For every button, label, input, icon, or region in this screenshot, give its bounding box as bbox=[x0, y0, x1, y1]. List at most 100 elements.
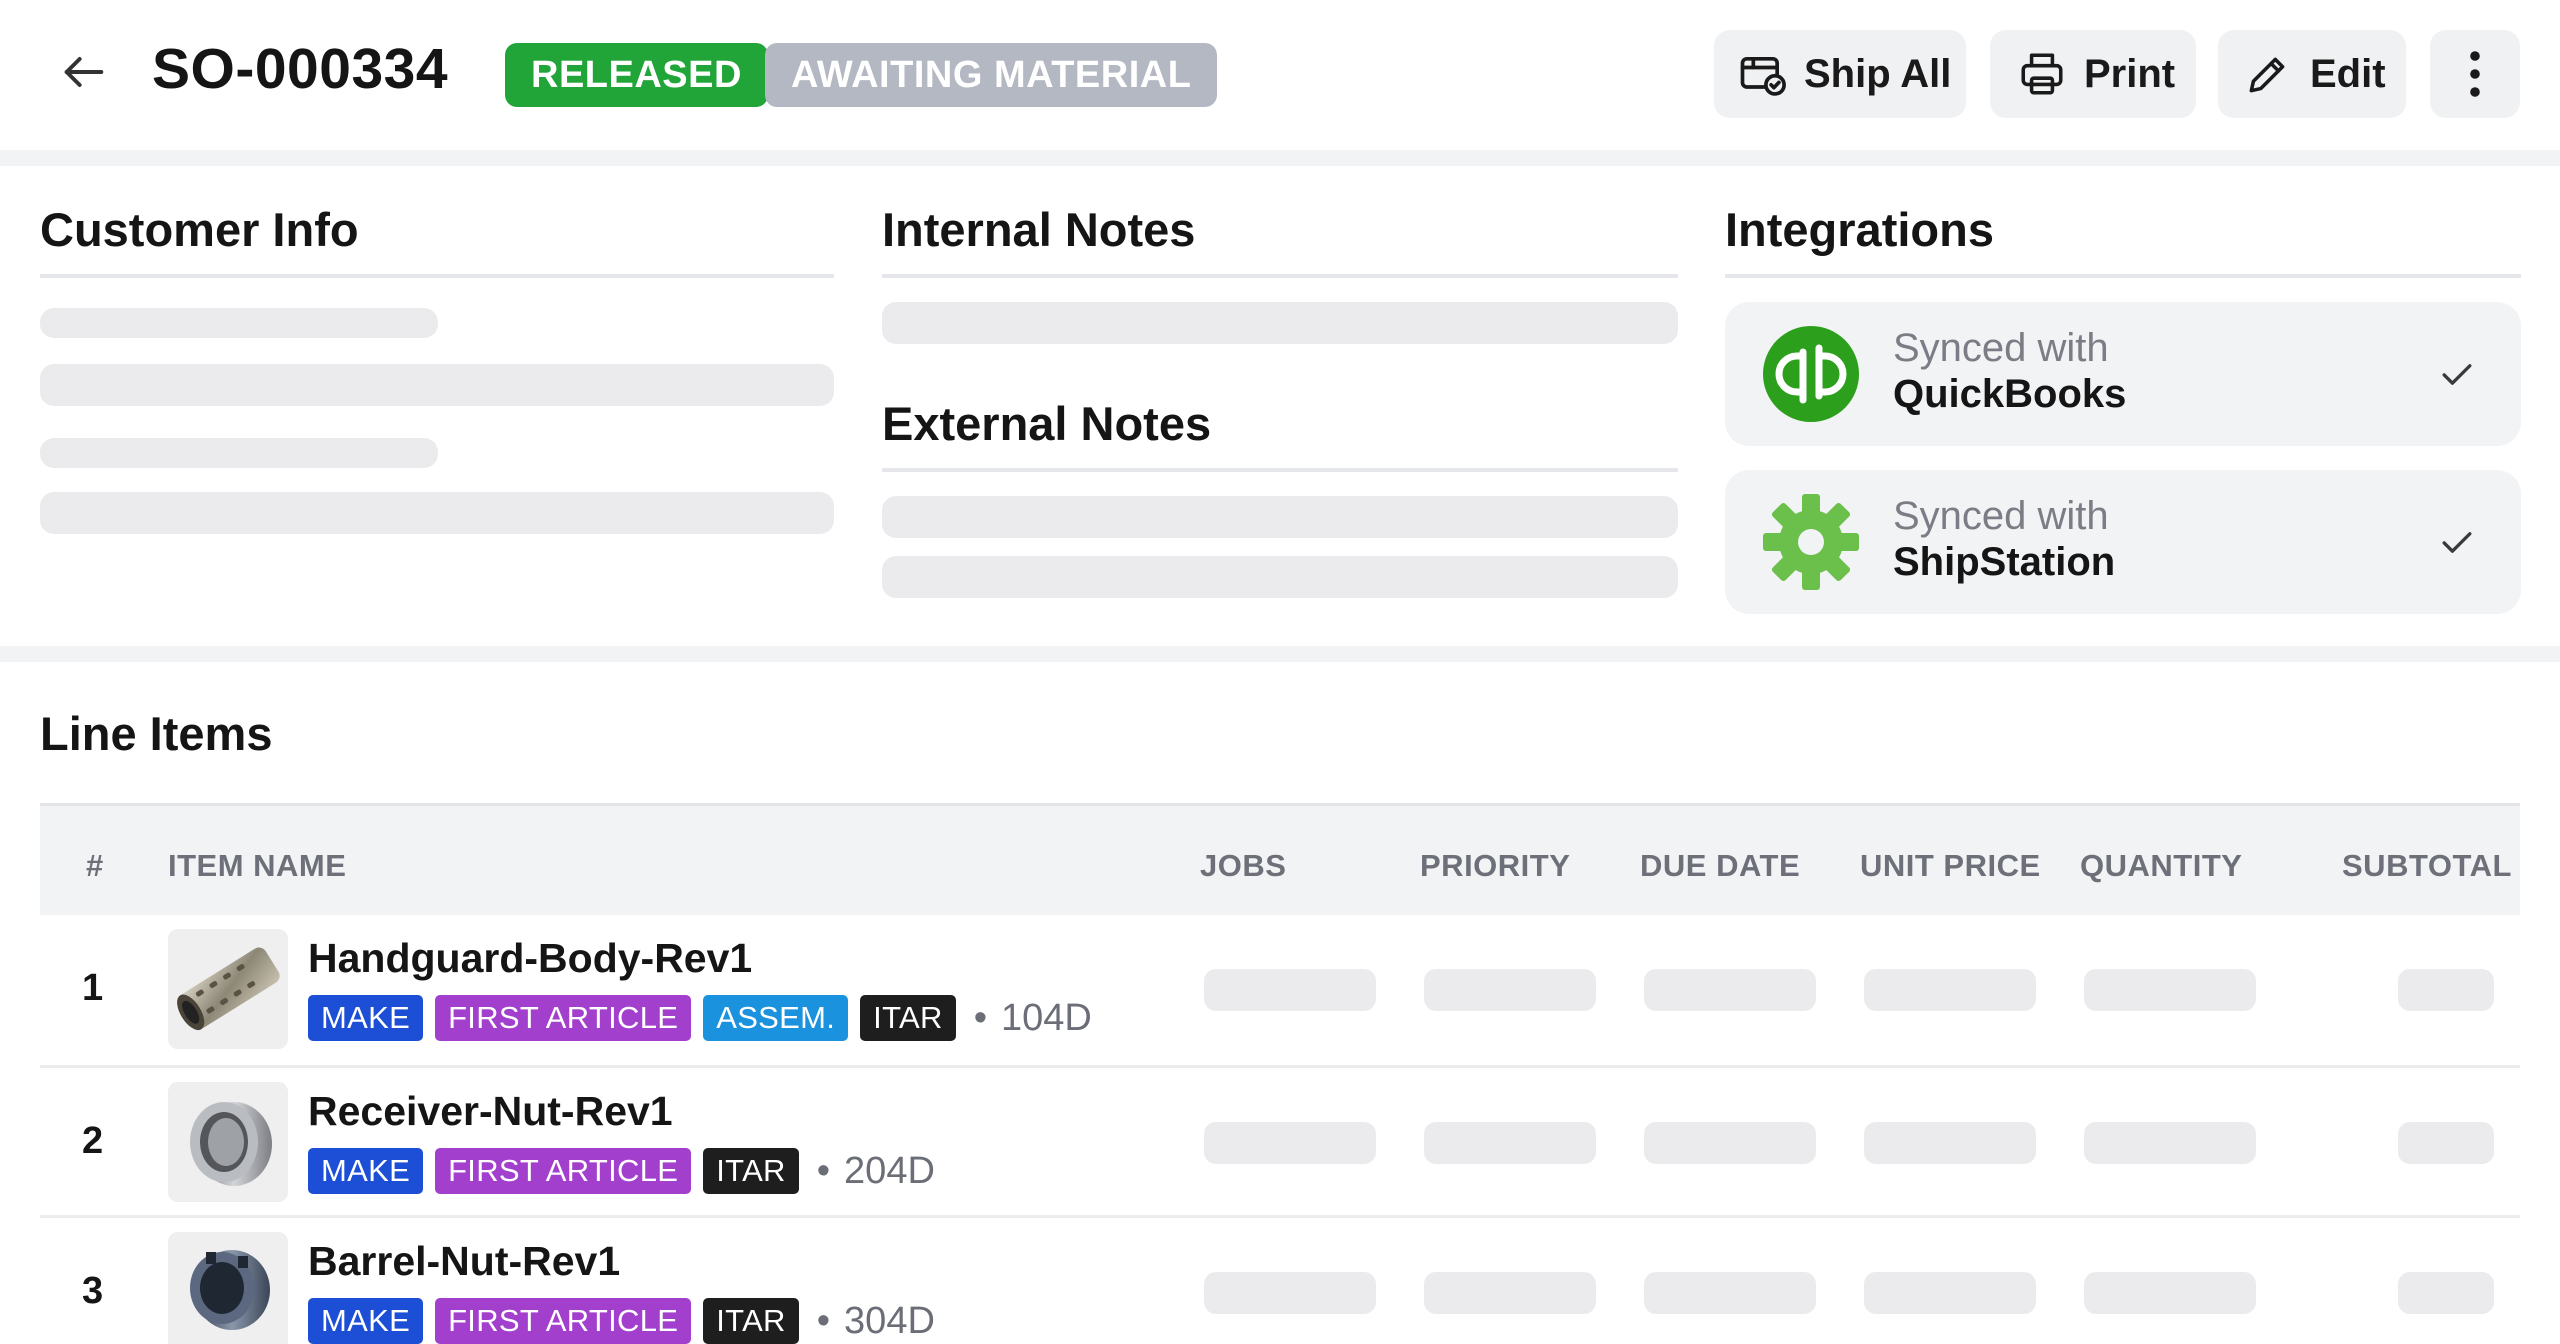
line-items-heading: Line Items bbox=[40, 707, 273, 760]
item-tags: MAKE FIRST ARTICLE ASSEM. ITAR • 104D bbox=[308, 995, 1092, 1041]
skeleton-quantity bbox=[2084, 1272, 2256, 1314]
column-header-priority[interactable]: PRIORITY bbox=[1420, 848, 1570, 884]
skeleton-line bbox=[40, 364, 834, 406]
skeleton-line bbox=[40, 308, 438, 338]
integration-shipstation[interactable]: Synced with ShipStation bbox=[1725, 470, 2521, 614]
skeleton-due-date bbox=[1644, 969, 1816, 1011]
lead-time: • 304D bbox=[816, 1299, 935, 1342]
item-tags: MAKE FIRST ARTICLE ITAR • 204D bbox=[308, 1148, 935, 1194]
arrow-left-icon bbox=[64, 57, 104, 87]
integration-quickbooks[interactable]: Synced with QuickBooks bbox=[1725, 302, 2521, 446]
section-separator bbox=[0, 646, 2560, 662]
divider bbox=[882, 468, 1678, 472]
printer-icon bbox=[2014, 46, 2070, 102]
integration-status: Synced with bbox=[1893, 494, 2109, 538]
column-header-number: # bbox=[86, 848, 104, 883]
skeleton-unit-price bbox=[1864, 1122, 2036, 1164]
table-row[interactable]: 2 Receiver-Nut-Rev1 MAKE FIRST ARTICLE I… bbox=[40, 1065, 2520, 1215]
print-button[interactable]: Print bbox=[1990, 30, 2196, 118]
skeleton-unit-price bbox=[1864, 1272, 2036, 1314]
part-thumbnail bbox=[168, 1082, 288, 1202]
integrations-heading: Integrations bbox=[1725, 203, 1994, 256]
column-header-item-name[interactable]: ITEM NAME bbox=[168, 848, 346, 884]
skeleton-jobs bbox=[1204, 969, 1376, 1011]
section-separator bbox=[0, 150, 2560, 166]
tag-itar: ITAR bbox=[703, 1298, 799, 1344]
item-tags: MAKE FIRST ARTICLE ITAR • 304D bbox=[308, 1298, 935, 1344]
tag-first-article: FIRST ARTICLE bbox=[435, 995, 692, 1041]
internal-notes-heading: Internal Notes bbox=[882, 203, 1196, 256]
row-number: 1 bbox=[82, 967, 104, 1009]
column-header-jobs[interactable]: JOBS bbox=[1200, 848, 1286, 884]
tag-itar: ITAR bbox=[703, 1148, 799, 1194]
part-thumbnail bbox=[168, 1232, 288, 1344]
row-number: 2 bbox=[82, 1120, 104, 1162]
tag-first-article: FIRST ARTICLE bbox=[435, 1148, 692, 1194]
tag-assembly: ASSEM. bbox=[703, 995, 849, 1041]
integration-status: Synced with bbox=[1893, 326, 2109, 370]
skeleton-priority bbox=[1424, 1122, 1596, 1164]
external-notes-heading: External Notes bbox=[882, 397, 1212, 450]
divider bbox=[40, 274, 834, 278]
skeleton-line bbox=[40, 492, 834, 534]
ship-all-label: Ship All bbox=[1804, 51, 1952, 96]
status-badge-released: RELEASED bbox=[505, 43, 768, 107]
quickbooks-logo-icon bbox=[1763, 326, 1859, 422]
skeleton-line bbox=[882, 556, 1678, 598]
skeleton-priority bbox=[1424, 969, 1596, 1011]
skeleton-line bbox=[40, 438, 438, 468]
tag-make: MAKE bbox=[308, 1148, 424, 1194]
shipstation-gear-icon bbox=[1763, 494, 1859, 590]
table-row[interactable]: 3 Barrel-Nut-Rev1 MAKE FIRST ARTICLE ITA… bbox=[40, 1215, 2520, 1344]
skeleton-jobs bbox=[1204, 1272, 1376, 1314]
more-vertical-icon bbox=[2470, 51, 2480, 97]
lead-time: • 104D bbox=[973, 996, 1092, 1039]
column-header-due-date[interactable]: DUE DATE bbox=[1640, 848, 1800, 884]
part-thumbnail bbox=[168, 929, 288, 1049]
skeleton-subtotal bbox=[2398, 1272, 2494, 1314]
skeleton-due-date bbox=[1644, 1272, 1816, 1314]
more-options-button[interactable] bbox=[2430, 30, 2520, 118]
lead-time-value: 204D bbox=[844, 1149, 935, 1192]
skeleton-line bbox=[882, 496, 1678, 538]
lead-time-value: 104D bbox=[1001, 996, 1092, 1039]
skeleton-subtotal bbox=[2398, 969, 2494, 1011]
divider bbox=[882, 274, 1678, 278]
skeleton-line bbox=[882, 302, 1678, 344]
table-row[interactable]: 1 Handguard-Body-Rev1 MAKE FIRST ARTICLE… bbox=[40, 915, 2520, 1065]
checkmark-icon bbox=[2442, 532, 2472, 553]
page-title: SO-000334 bbox=[152, 37, 449, 101]
skeleton-subtotal bbox=[2398, 1122, 2494, 1164]
edit-label: Edit bbox=[2310, 51, 2386, 96]
tag-first-article: FIRST ARTICLE bbox=[435, 1298, 692, 1344]
tag-make: MAKE bbox=[308, 1298, 424, 1344]
skeleton-quantity bbox=[2084, 969, 2256, 1011]
skeleton-due-date bbox=[1644, 1122, 1816, 1164]
item-name-link[interactable]: Receiver-Nut-Rev1 bbox=[308, 1088, 673, 1135]
lead-time-value: 304D bbox=[844, 1299, 935, 1342]
print-label: Print bbox=[2084, 51, 2176, 96]
checkmark-icon bbox=[2442, 364, 2472, 385]
row-number: 3 bbox=[82, 1270, 104, 1312]
item-name-link[interactable]: Handguard-Body-Rev1 bbox=[308, 935, 752, 982]
divider bbox=[1725, 274, 2521, 278]
skeleton-jobs bbox=[1204, 1122, 1376, 1164]
tag-make: MAKE bbox=[308, 995, 424, 1041]
column-header-subtotal[interactable]: SUBTOTAL bbox=[2342, 848, 2512, 884]
column-header-quantity[interactable]: QUANTITY bbox=[2080, 848, 2242, 884]
lead-time: • 204D bbox=[816, 1149, 935, 1192]
ship-all-button[interactable]: Ship All bbox=[1714, 30, 1966, 118]
integration-name: ShipStation bbox=[1893, 540, 2116, 584]
shipping-box-icon bbox=[1734, 46, 1790, 102]
skeleton-quantity bbox=[2084, 1122, 2256, 1164]
status-badge-awaiting-material: AWAITING MATERIAL bbox=[765, 43, 1218, 107]
page-header: SO-000334 RELEASED AWAITING MATERIAL Shi… bbox=[0, 0, 2560, 150]
item-name-link[interactable]: Barrel-Nut-Rev1 bbox=[308, 1238, 620, 1285]
customer-info-heading: Customer Info bbox=[40, 203, 359, 256]
tag-itar: ITAR bbox=[860, 995, 956, 1041]
skeleton-priority bbox=[1424, 1272, 1596, 1314]
edit-button[interactable]: Edit bbox=[2218, 30, 2406, 118]
back-button[interactable] bbox=[52, 40, 116, 104]
table-header: # ITEM NAME JOBS PRIORITY DUE DATE UNIT … bbox=[40, 803, 2520, 915]
column-header-unit-price[interactable]: UNIT PRICE bbox=[1860, 848, 2041, 884]
